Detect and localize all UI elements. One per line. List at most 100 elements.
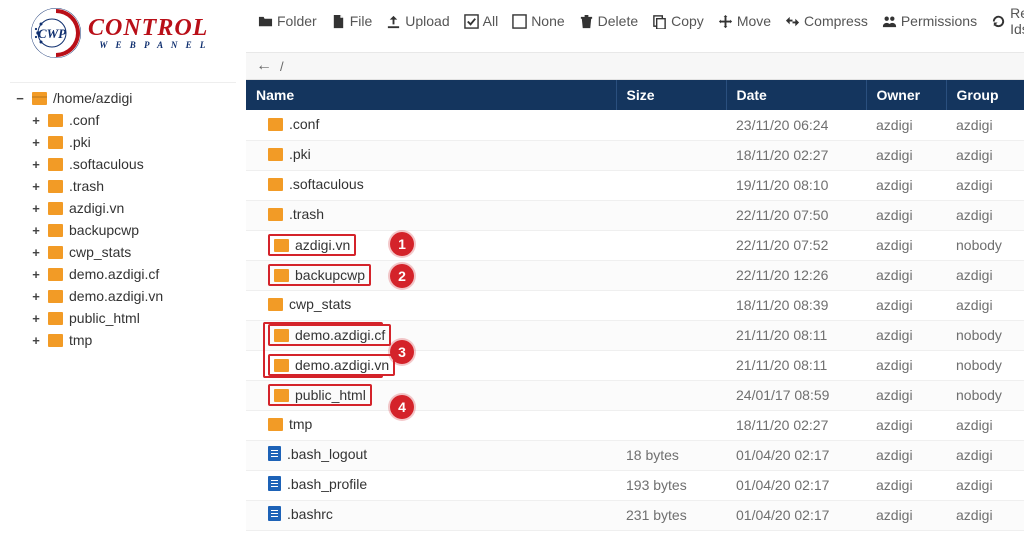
toolbar-file-button[interactable]: File [325, 8, 379, 34]
file-name-link[interactable]: .bash_logout [287, 446, 367, 462]
expand-icon[interactable]: + [30, 135, 42, 150]
file-name-link[interactable]: demo.azdigi.vn [295, 357, 389, 373]
table-row[interactable]: .conf23/11/20 06:24azdigiazdigi [246, 110, 1024, 140]
file-name-link[interactable]: public_html [295, 387, 366, 403]
folder-icon [268, 418, 283, 431]
tree-root[interactable]: − /home/azdigi [10, 87, 236, 109]
back-button[interactable]: ← [256, 57, 272, 75]
tree-root-label[interactable]: /home/azdigi [53, 90, 132, 106]
column-owner[interactable]: Owner [866, 80, 946, 110]
file-name-link[interactable]: .conf [289, 116, 319, 132]
cell-group: azdigi [946, 110, 1024, 140]
expand-icon[interactable]: + [30, 333, 42, 348]
tree-item[interactable]: + .trash [26, 175, 236, 197]
breadcrumb-bar: ← / [246, 52, 1024, 80]
cell-owner: azdigi [866, 380, 946, 410]
table-row[interactable]: .trash22/11/20 07:50azdigiazdigi [246, 200, 1024, 230]
tree-item-label[interactable]: .pki [69, 134, 91, 150]
tree-item-label[interactable]: demo.azdigi.vn [69, 288, 163, 304]
tree-item-label[interactable]: backupcwp [69, 222, 139, 238]
folder-icon [274, 389, 289, 402]
toolbar-none-label: None [531, 13, 564, 29]
toolbar-select-all-button[interactable]: All [458, 8, 505, 34]
table-row[interactable]: public_html24/01/17 08:59azdiginobody [246, 380, 1024, 410]
column-name[interactable]: Name [246, 80, 616, 110]
table-row[interactable]: .softaculous19/11/20 08:10azdigiazdigi [246, 170, 1024, 200]
tree-item[interactable]: + .softaculous [26, 153, 236, 175]
cell-owner: azdigi [866, 410, 946, 440]
toolbar-delete-label: Delete [598, 13, 638, 29]
toolbar-move-button[interactable]: Move [712, 8, 777, 34]
toolbar-permissions-button[interactable]: Permissions [876, 8, 983, 34]
table-row[interactable]: cwp_stats18/11/20 08:39azdigiazdigi [246, 290, 1024, 320]
tree-item-label[interactable]: demo.azdigi.cf [69, 266, 159, 282]
tree-item-label[interactable]: .trash [69, 178, 104, 194]
expand-icon[interactable]: + [30, 179, 42, 194]
expand-icon[interactable]: + [30, 289, 42, 304]
toolbar-resolve-ids-button[interactable]: Resolve Ids [985, 8, 1024, 34]
cell-owner: azdigi [866, 140, 946, 170]
table-row[interactable]: .pki18/11/20 02:27azdigiazdigi [246, 140, 1024, 170]
table-row[interactable]: demo.azdigi.cf21/11/20 08:11azdiginobody [246, 320, 1024, 350]
column-group[interactable]: Group [946, 80, 1024, 110]
column-size[interactable]: Size [616, 80, 726, 110]
expand-icon[interactable]: + [30, 201, 42, 216]
cell-date: 18/11/20 02:27 [726, 140, 866, 170]
cell-size [616, 320, 726, 350]
toolbar-folder-button[interactable]: Folder [252, 8, 323, 34]
cell-date: 24/01/17 08:59 [726, 380, 866, 410]
tree-item[interactable]: + .pki [26, 131, 236, 153]
expand-icon[interactable]: + [30, 157, 42, 172]
table-row[interactable]: .bash_profile193 bytes01/04/20 02:17azdi… [246, 470, 1024, 500]
tree-item[interactable]: + azdigi.vn [26, 197, 236, 219]
cell-size [616, 410, 726, 440]
svg-text:CWP: CWP [38, 26, 67, 41]
toolbar-select-none-button[interactable]: None [506, 8, 570, 34]
file-name-link[interactable]: demo.azdigi.cf [295, 327, 385, 343]
toolbar-copy-button[interactable]: Copy [646, 8, 710, 34]
tree-item-label[interactable]: .softaculous [69, 156, 144, 172]
file-name-link[interactable]: .bash_profile [287, 476, 367, 492]
file-name-link[interactable]: tmp [289, 416, 312, 432]
expand-icon[interactable]: + [30, 223, 42, 238]
file-name-link[interactable]: .softaculous [289, 176, 364, 192]
tree-item-label[interactable]: tmp [69, 332, 92, 348]
column-date[interactable]: Date [726, 80, 866, 110]
toolbar-compress-button[interactable]: Compress [779, 8, 874, 34]
table-row[interactable]: backupcwp22/11/20 12:26azdigiazdigi [246, 260, 1024, 290]
tree-item-label[interactable]: public_html [69, 310, 140, 326]
tree-item[interactable]: + demo.azdigi.cf [26, 263, 236, 285]
tree-item[interactable]: + public_html [26, 307, 236, 329]
file-name-link[interactable]: .bashrc [287, 506, 333, 522]
tree-item[interactable]: + cwp_stats [26, 241, 236, 263]
table-row[interactable]: .bash_logout18 bytes01/04/20 02:17azdigi… [246, 440, 1024, 470]
folder-icon [268, 298, 283, 311]
tree-item-label[interactable]: cwp_stats [69, 244, 131, 260]
table-row[interactable]: tmp18/11/20 02:27azdigiazdigi [246, 410, 1024, 440]
file-name-link[interactable]: .pki [289, 146, 311, 162]
toolbar-upload-button[interactable]: Upload [380, 8, 455, 34]
tree-item-label[interactable]: .conf [69, 112, 99, 128]
file-name-link[interactable]: azdigi.vn [295, 237, 350, 253]
file-name-link[interactable]: backupcwp [295, 267, 365, 283]
table-row[interactable]: .bashrc231 bytes01/04/20 02:17azdigiazdi… [246, 500, 1024, 530]
collapse-icon[interactable]: − [14, 91, 26, 106]
expand-icon[interactable]: + [30, 311, 42, 326]
file-name-link[interactable]: .trash [289, 206, 324, 222]
cell-date: 19/11/20 08:10 [726, 170, 866, 200]
tree-item[interactable]: + tmp [26, 329, 236, 351]
folder-icon [48, 136, 63, 149]
expand-icon[interactable]: + [30, 245, 42, 260]
expand-icon[interactable]: + [30, 267, 42, 282]
tree-item[interactable]: + .conf [26, 109, 236, 131]
tree-item-label[interactable]: azdigi.vn [69, 200, 124, 216]
tree-item[interactable]: + demo.azdigi.vn [26, 285, 236, 307]
file-name-link[interactable]: cwp_stats [289, 296, 351, 312]
file-icon [268, 506, 281, 521]
tree-item[interactable]: + backupcwp [26, 219, 236, 241]
table-row[interactable]: demo.azdigi.vn21/11/20 08:11azdiginobody [246, 350, 1024, 380]
expand-icon[interactable]: + [30, 113, 42, 128]
table-row[interactable]: azdigi.vn22/11/20 07:52azdiginobody [246, 230, 1024, 260]
toolbar-delete-button[interactable]: Delete [573, 8, 644, 34]
toolbar-permissions-label: Permissions [901, 13, 977, 29]
